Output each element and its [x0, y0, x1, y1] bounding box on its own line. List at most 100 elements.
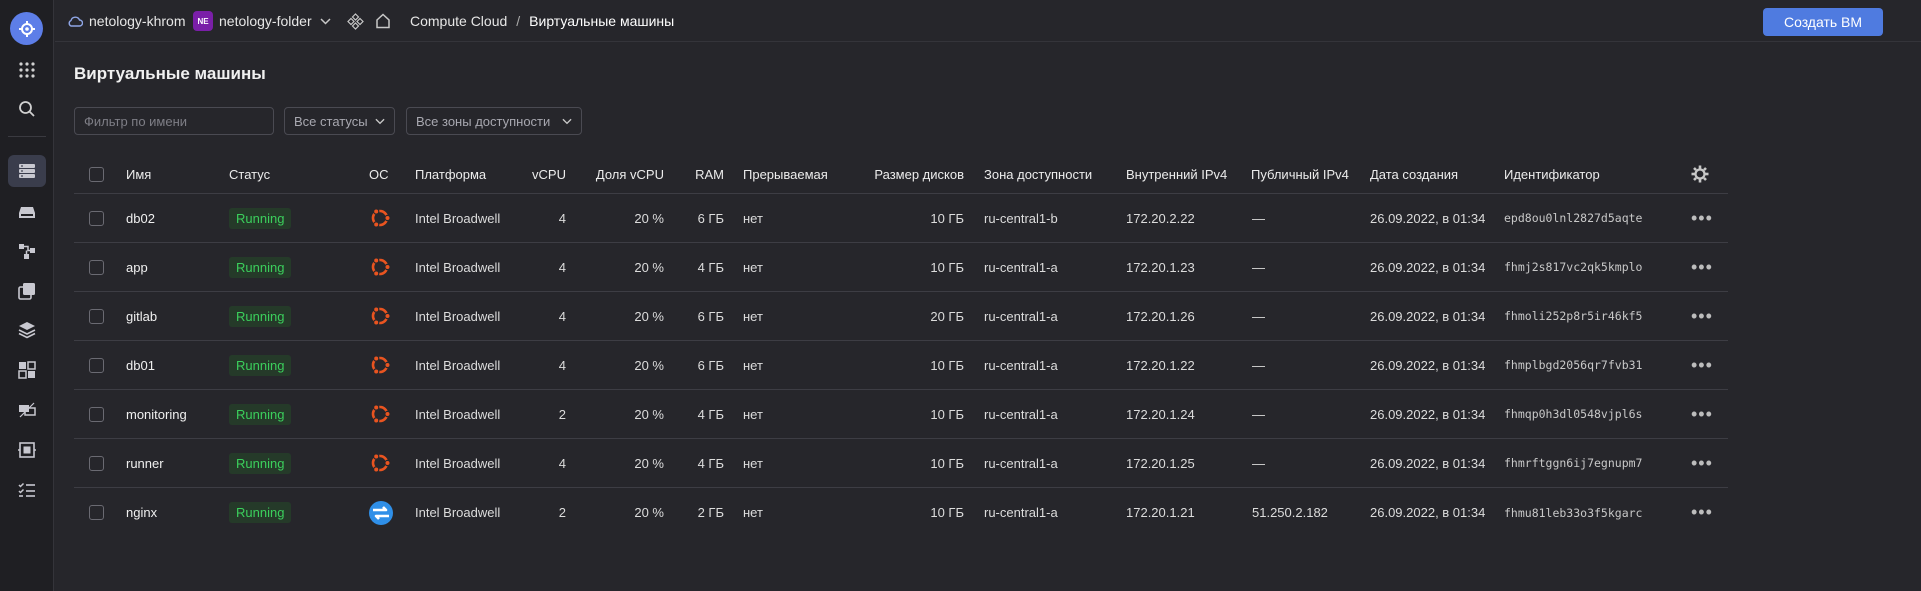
- table-row[interactable]: app Running Intel Broadwell 4 20 % 4 ГБ …: [74, 243, 1728, 292]
- cloud-selector[interactable]: netology-khrom: [67, 0, 186, 42]
- table-row[interactable]: nginx Running Intel Broadwell 2 20 % 2 Г…: [74, 488, 1728, 537]
- vm-name[interactable]: db01: [126, 341, 155, 389]
- created-value: 26.09.2022, в 01:34: [1370, 210, 1486, 226]
- table-settings-gear-icon[interactable]: [1691, 155, 1709, 193]
- col-ram[interactable]: RAM: [674, 155, 724, 193]
- col-disk-size[interactable]: Размер дисков: [844, 155, 964, 193]
- table-row[interactable]: monitoring Running Intel Broadwell 2 20 …: [74, 390, 1728, 439]
- vcpu-value: 4: [558, 455, 566, 471]
- vm-name[interactable]: monitoring: [126, 390, 187, 438]
- network-icon[interactable]: [8, 235, 46, 267]
- vm-name[interactable]: nginx: [126, 488, 157, 537]
- vm-name[interactable]: gitlab: [126, 292, 157, 340]
- row-checkbox[interactable]: [89, 259, 104, 275]
- vcpu-value: 4: [558, 259, 566, 275]
- search-icon[interactable]: [8, 93, 46, 125]
- ubuntu-icon: [368, 341, 392, 389]
- row-checkbox[interactable]: [89, 505, 104, 520]
- row-checkbox[interactable]: [89, 210, 104, 226]
- preemptible-value: нет: [743, 406, 763, 422]
- col-id[interactable]: Идентификатор: [1504, 155, 1600, 193]
- col-os[interactable]: ОС: [369, 155, 389, 193]
- row-checkbox[interactable]: [89, 455, 104, 471]
- vcpu-share-value: 20 %: [634, 406, 664, 422]
- instance-groups-icon[interactable]: [8, 354, 46, 386]
- chevron-down-icon: [320, 17, 331, 25]
- vcpu-value: 2: [558, 505, 566, 520]
- col-preemptible[interactable]: Прерываемая: [743, 155, 828, 193]
- platform-value: Intel Broadwell: [415, 357, 501, 373]
- breadcrumb-separator: /: [516, 13, 521, 29]
- select-all-checkbox[interactable]: [89, 166, 104, 182]
- disk-icon[interactable]: [8, 196, 46, 228]
- placement-groups-icon[interactable]: [8, 394, 46, 426]
- vm-servers-icon[interactable]: [8, 155, 46, 187]
- col-vcpu[interactable]: vCPU: [514, 155, 566, 193]
- vm-name[interactable]: runner: [126, 439, 164, 487]
- ram-value: 4 ГБ: [697, 406, 724, 422]
- vcpu-value: 4: [558, 210, 566, 226]
- breadcrumb-service[interactable]: Compute Cloud: [410, 13, 507, 29]
- created-value: 26.09.2022, в 01:34: [1370, 259, 1486, 275]
- ubuntu-icon: [368, 243, 392, 291]
- disk-size-value: 10 ГБ: [930, 357, 964, 373]
- created-value: 26.09.2022, в 01:34: [1370, 308, 1486, 324]
- apps-grid-icon[interactable]: [8, 54, 46, 86]
- row-actions-more-icon[interactable]: •••: [1691, 453, 1713, 474]
- col-internal-ip[interactable]: Внутренний IPv4: [1126, 155, 1227, 193]
- table-row[interactable]: db01 Running Intel Broadwell 4 20 % 6 ГБ…: [74, 341, 1728, 390]
- zone-filter-select[interactable]: Все зоны доступности: [406, 107, 582, 135]
- col-name[interactable]: Имя: [126, 155, 151, 193]
- row-actions-more-icon[interactable]: •••: [1691, 257, 1713, 278]
- row-checkbox[interactable]: [89, 357, 104, 373]
- status-badge: Running: [229, 305, 292, 327]
- row-checkbox[interactable]: [89, 406, 104, 422]
- status-filter-label: Все статусы: [294, 113, 368, 129]
- disk-size-value: 10 ГБ: [930, 259, 964, 275]
- col-status[interactable]: Статус: [229, 155, 270, 193]
- col-zone[interactable]: Зона доступности: [984, 155, 1092, 193]
- row-actions-more-icon[interactable]: •••: [1691, 502, 1713, 523]
- name-filter-input[interactable]: [74, 107, 274, 135]
- table-row[interactable]: gitlab Running Intel Broadwell 4 20 % 6 …: [74, 292, 1728, 341]
- platform-value: Intel Broadwell: [415, 210, 501, 226]
- col-platform[interactable]: Платформа: [415, 155, 486, 193]
- row-actions-more-icon[interactable]: •••: [1691, 355, 1713, 376]
- home-icon[interactable]: [375, 0, 391, 42]
- folder-badge: NE: [193, 11, 213, 31]
- vm-id-value: fhmoli252p8r5ir46kf5: [1504, 309, 1643, 323]
- status-filter-select[interactable]: Все статусы: [284, 107, 395, 135]
- row-actions-more-icon[interactable]: •••: [1691, 208, 1713, 229]
- platform-value: Intel Broadwell: [415, 406, 501, 422]
- preemptible-value: нет: [743, 308, 763, 324]
- row-checkbox[interactable]: [89, 308, 104, 324]
- internal-ip-value: 172.20.1.23: [1126, 259, 1195, 275]
- vm-name[interactable]: app: [126, 243, 148, 291]
- zone-value: ru-central1-a: [984, 455, 1058, 471]
- vm-name[interactable]: db02: [126, 194, 155, 242]
- table-header: Имя Статус ОС Платформа vCPU Доля vCPU R…: [74, 155, 1728, 194]
- internal-ip-value: 172.20.1.25: [1126, 455, 1195, 471]
- row-actions-more-icon[interactable]: •••: [1691, 404, 1713, 425]
- folder-selector[interactable]: NE netology-folder: [193, 0, 331, 42]
- dedicated-hosts-icon[interactable]: [8, 434, 46, 466]
- row-actions-more-icon[interactable]: •••: [1691, 306, 1713, 327]
- disk-size-value: 20 ГБ: [930, 308, 964, 324]
- col-vcpu-share[interactable]: Доля vCPU: [574, 155, 664, 193]
- public-ip-value: —: [1252, 308, 1265, 324]
- ram-value: 6 ГБ: [697, 210, 724, 226]
- status-badge: Running: [229, 502, 292, 523]
- table-row[interactable]: db02 Running Intel Broadwell 4 20 % 6 ГБ…: [74, 194, 1728, 243]
- col-created[interactable]: Дата создания: [1370, 155, 1458, 193]
- ram-value: 2 ГБ: [697, 505, 724, 520]
- create-vm-button[interactable]: Создать ВМ: [1763, 8, 1883, 36]
- cloud-logo-icon[interactable]: [10, 12, 43, 45]
- preemptible-value: нет: [743, 210, 763, 226]
- table-row[interactable]: runner Running Intel Broadwell 4 20 % 4 …: [74, 439, 1728, 488]
- images-layers-icon[interactable]: [8, 314, 46, 346]
- compute-service-icon[interactable]: [347, 0, 364, 42]
- public-ip-value: —: [1252, 455, 1265, 471]
- operations-list-icon[interactable]: [8, 474, 46, 506]
- snapshots-icon[interactable]: [8, 275, 46, 307]
- col-public-ip[interactable]: Публичный IPv4: [1251, 155, 1349, 193]
